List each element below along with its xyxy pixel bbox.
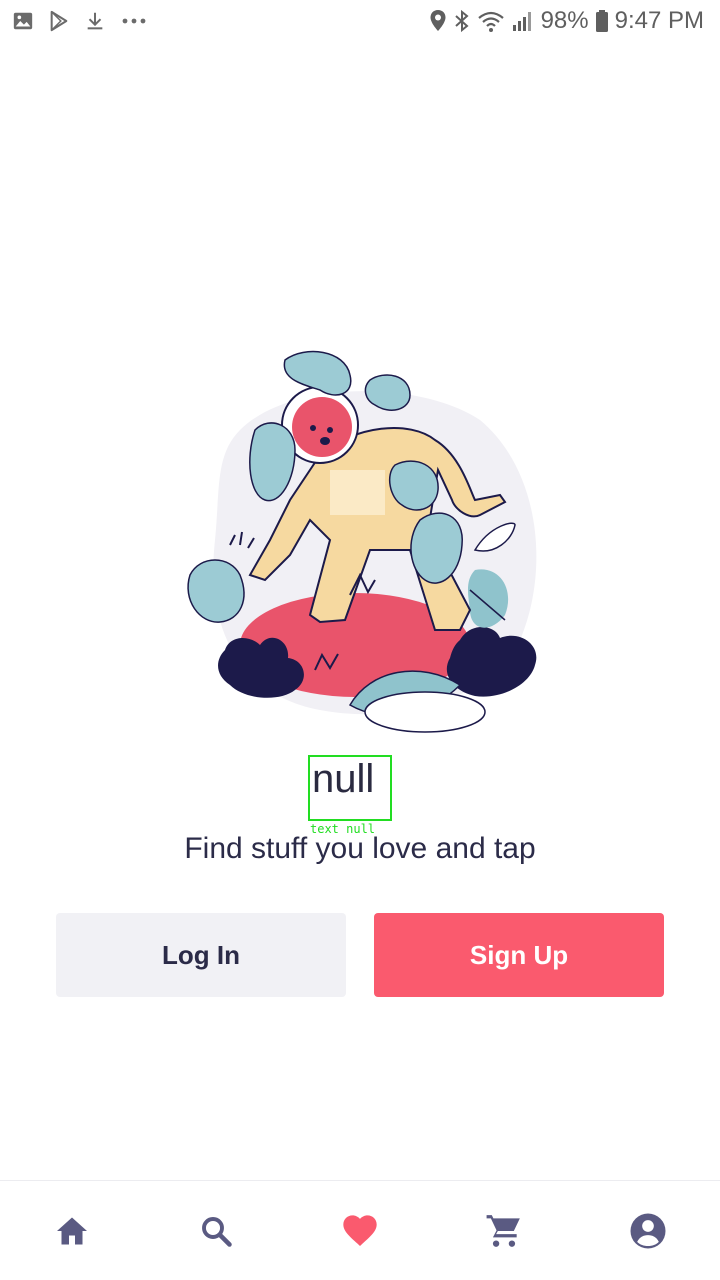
- illustration-drawing: [187, 350, 537, 733]
- bottom-nav: [0, 1180, 720, 1280]
- page-title: null: [308, 755, 392, 821]
- bluetooth-icon: [453, 9, 471, 33]
- heart-icon: [340, 1211, 380, 1251]
- home-icon: [54, 1213, 90, 1249]
- status-bar: 98% 9:47 PM: [0, 0, 720, 42]
- screen: 98% 9:47 PM null text null Find stuff yo…: [0, 0, 720, 1280]
- clock: 9:47 PM: [614, 7, 704, 34]
- search-icon: [198, 1213, 234, 1249]
- signup-button[interactable]: Sign Up: [374, 913, 664, 997]
- more-dots-icon: [120, 10, 148, 32]
- profile-icon: [628, 1211, 668, 1251]
- location-icon: [429, 9, 447, 33]
- wifi-icon: [477, 9, 505, 33]
- subtitle: Find stuff you love and tap: [184, 832, 536, 865]
- nav-home[interactable]: [32, 1191, 112, 1271]
- nav-favorites[interactable]: [320, 1191, 400, 1271]
- nav-profile[interactable]: [608, 1191, 688, 1271]
- play-store-icon: [48, 10, 70, 32]
- download-icon: [84, 10, 106, 32]
- login-button[interactable]: Log In: [56, 913, 346, 997]
- image-icon: [12, 10, 34, 32]
- cart-icon: [485, 1212, 523, 1250]
- signal-icon: [511, 9, 535, 33]
- status-right: 98% 9:47 PM: [429, 7, 720, 35]
- nav-cart[interactable]: [464, 1191, 544, 1271]
- nav-search[interactable]: [176, 1191, 256, 1271]
- battery-percent: 98%: [540, 7, 589, 34]
- status-left: [0, 10, 148, 32]
- battery-icon: [595, 9, 609, 33]
- onboarding-illustration: [170, 340, 550, 740]
